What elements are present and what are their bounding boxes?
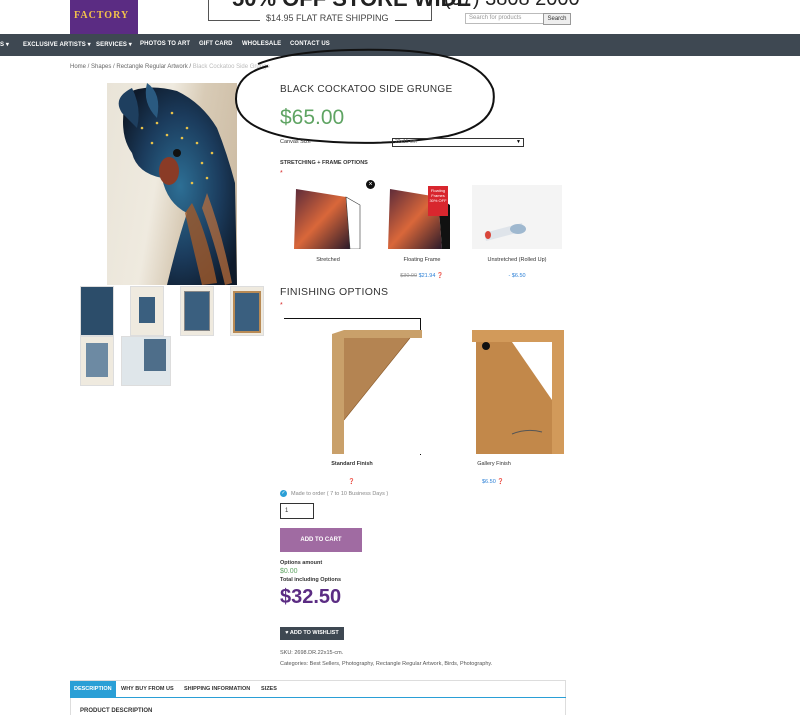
canvas-size-select[interactable]: 22x15 cm ▼ <box>392 138 524 147</box>
option-unstretched-label: Unstretched (Rolled Up) <box>487 257 547 263</box>
thumbnail-3[interactable] <box>180 286 214 336</box>
close-icon[interactable]: × <box>366 180 375 189</box>
heart-icon: ♥ <box>285 630 289 636</box>
sale-badge: Floating Frames 30% OFF <box>428 186 448 216</box>
total-label: Total including Options <box>280 577 342 583</box>
finishing-title: FINISHING OPTIONS <box>280 286 389 298</box>
gallery-finish-image <box>472 330 564 454</box>
floating-frame-image <box>388 189 450 249</box>
required-mark-2: * <box>280 302 283 309</box>
add-to-cart-button[interactable]: ADD TO CART <box>280 528 362 552</box>
canvas-size-label: Canvas Size <box>280 139 311 145</box>
rolled-canvas-image <box>472 185 562 249</box>
logo-text: FACTORY <box>74 10 130 21</box>
stretching-label: STRETCHING + FRAME OPTIONS <box>280 160 368 166</box>
nav-item-photos-to-art[interactable]: PHOTOS TO ART <box>140 41 190 47</box>
finish-standard-card[interactable] <box>330 330 422 454</box>
options-amount-label: Options amount <box>280 560 323 566</box>
options-amount: $0.00 <box>280 568 298 575</box>
wishlist-label: ADD TO WISHLIST <box>289 630 339 636</box>
option-unstretched[interactable] <box>472 185 562 249</box>
option-floating-frame[interactable] <box>380 185 470 249</box>
gallery-price: $6.50 <box>482 479 496 485</box>
old-price: $30.00 <box>400 273 418 279</box>
annotation-circle <box>234 48 495 144</box>
tab-description[interactable]: DESCRIPTION <box>70 681 116 697</box>
finish-standard-label: Standard Finish <box>331 461 373 467</box>
search-button[interactable]: Search <box>543 13 571 25</box>
cockatoo-artwork <box>118 83 237 285</box>
check-icon: ✓ <box>280 490 287 497</box>
nav-item-services[interactable]: SERVICES ▾ <box>96 41 132 48</box>
categories: Categories: Best Sellers, Photography, R… <box>280 661 493 667</box>
required-mark: * <box>280 170 283 177</box>
nav-item-exclusive-artists[interactable]: EXCLUSIVE ARTISTS ▾ <box>23 41 91 48</box>
finish-gallery-label: Gallery Finish <box>477 461 511 467</box>
tab-sizes[interactable]: SIZES <box>261 681 277 697</box>
phone-number[interactable]: (07) 3808 2000 <box>444 0 580 11</box>
breadcrumb-path[interactable]: Home / Shapes / Rectangle Regular Artwor… <box>70 64 193 70</box>
chevron-down-icon: ▼ <box>516 139 521 145</box>
quantity-input[interactable]: 1 <box>280 503 314 519</box>
thumbnail-1[interactable] <box>80 286 114 336</box>
option-floating-frame-price: $30.00 $21.94 ❓ <box>378 273 466 279</box>
add-to-wishlist-button[interactable]: ♥ ADD TO WISHLIST <box>280 627 344 640</box>
thumbnail-5[interactable] <box>80 336 114 386</box>
tab-shipping[interactable]: SHIPPING INFORMATION <box>184 681 250 697</box>
total-price: $32.50 <box>280 586 342 608</box>
option-stretched-label: Stretched <box>316 257 340 263</box>
stretched-canvas-image <box>294 189 361 250</box>
thumbnail-2[interactable] <box>130 286 164 336</box>
standard-finish-image <box>330 330 422 454</box>
sale-price: $21.94 <box>418 273 436 279</box>
panel-heading: PRODUCT DESCRIPTION <box>80 708 153 714</box>
option-floating-frame-label: Floating Frame <box>403 257 441 263</box>
info-icon[interactable]: ❓ <box>437 273 444 279</box>
nav-item-shapes[interactable]: S ▾ <box>0 41 9 48</box>
info-icon-standard[interactable]: ❓ <box>348 479 355 485</box>
tab-underline <box>70 697 566 698</box>
option-unstretched-price: - $6.50 <box>508 273 526 279</box>
search-input[interactable]: Search for products <box>465 13 549 24</box>
product-main-image[interactable] <box>107 83 237 285</box>
tab-why-buy[interactable]: WHY BUY FROM US <box>121 681 174 697</box>
thumbnail-6[interactable] <box>121 336 171 386</box>
sku: SKU: 2698.DR.22x15-cm. <box>280 650 344 656</box>
promo-headline: 50% OFF STORE WIDE <box>232 0 471 12</box>
finish-gallery-price: $6.50 ❓ <box>482 479 504 485</box>
made-to-order: Made to order ( 7 to 10 Business Days ) <box>291 491 389 497</box>
promo-shipping: $14.95 FLAT RATE SHIPPING <box>260 13 395 23</box>
canvas-size-value: 22x15 cm <box>395 139 417 145</box>
info-icon-gallery[interactable]: ❓ <box>497 479 504 485</box>
finish-gallery-card[interactable] <box>472 330 564 454</box>
thumbnail-4[interactable] <box>230 286 264 336</box>
option-stretched[interactable] <box>284 185 374 250</box>
